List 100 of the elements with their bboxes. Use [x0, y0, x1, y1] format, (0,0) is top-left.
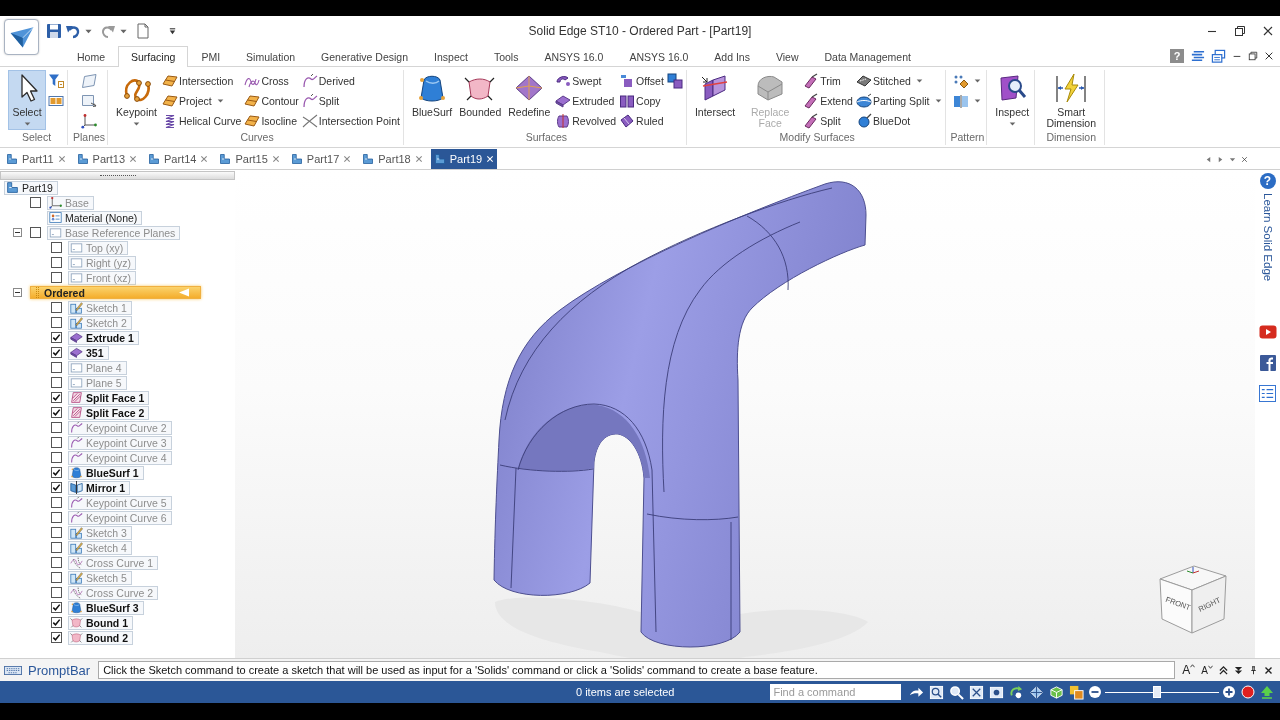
- ribbon-command[interactable]: Isocline: [243, 111, 300, 131]
- ribbon-tab[interactable]: View: [762, 47, 812, 66]
- ribbon-command[interactable]: Ruled: [618, 111, 665, 131]
- application-button[interactable]: [4, 19, 39, 55]
- list-icon[interactable]: [1259, 385, 1276, 403]
- tree-item[interactable]: Extrude 1: [68, 330, 139, 345]
- ribbon-tab[interactable]: ANSYS 16.0: [531, 47, 617, 66]
- ribbon-command[interactable]: Project: [161, 91, 243, 111]
- undo-icon[interactable]: [65, 23, 81, 39]
- upload-arrow-icon[interactable]: [1260, 685, 1275, 699]
- document-tab[interactable]: Part17: [287, 149, 355, 169]
- ribbon-command[interactable]: Cross: [243, 71, 300, 91]
- checkbox[interactable]: [51, 542, 62, 553]
- checkbox[interactable]: [51, 392, 62, 403]
- checkbox[interactable]: [51, 527, 62, 538]
- ribbon-button[interactable]: Inspect: [992, 70, 1033, 130]
- ribbon-command[interactable]: Split: [300, 91, 401, 111]
- ribbon-button[interactable]: BlueSurf: [408, 70, 456, 130]
- ribbon-command[interactable]: Extruded: [554, 91, 618, 111]
- pan-icon[interactable]: [1029, 684, 1045, 700]
- ribbon-command[interactable]: Split: [802, 111, 854, 131]
- ribbon-command[interactable]: Trim: [802, 71, 854, 91]
- pin-icon[interactable]: [1249, 665, 1258, 675]
- tree-item[interactable]: Material (None): [47, 210, 143, 225]
- checkbox[interactable]: [51, 302, 62, 313]
- expand-icon[interactable]: [1234, 665, 1243, 675]
- checkbox[interactable]: [51, 557, 62, 568]
- restore-icon[interactable]: [1234, 25, 1246, 37]
- checkbox[interactable]: [51, 317, 62, 328]
- ribbon-button[interactable]: Select: [8, 70, 46, 130]
- checkbox[interactable]: [51, 467, 62, 478]
- video-play-icon[interactable]: [1258, 325, 1277, 340]
- zoom-in-icon[interactable]: [1222, 685, 1237, 699]
- stacked-lines-icon[interactable]: [1190, 48, 1205, 64]
- magnifier-icon[interactable]: [949, 684, 965, 700]
- checkbox[interactable]: [51, 602, 62, 613]
- ribbon-tab[interactable]: Simulation: [233, 47, 309, 66]
- caret-icon[interactable]: [85, 28, 92, 34]
- checkbox[interactable]: [51, 617, 62, 628]
- ribbon-command[interactable]: Derived: [300, 71, 401, 91]
- new-document-icon[interactable]: [135, 23, 151, 39]
- icon-button[interactable]: [80, 111, 99, 131]
- checkbox[interactable]: [30, 197, 41, 208]
- font-size-button[interactable]: A: [1182, 663, 1196, 677]
- checkbox[interactable]: [30, 227, 41, 238]
- cube-icon[interactable]: [1049, 684, 1065, 700]
- checkbox[interactable]: [51, 257, 62, 268]
- cascade-windows-icon[interactable]: [1211, 48, 1226, 64]
- tree-item[interactable]: Bound 2: [68, 630, 133, 645]
- ribbon-command[interactable]: Extend: [802, 91, 854, 111]
- restore-icon[interactable]: [1248, 51, 1258, 61]
- document-tab[interactable]: Part13: [73, 149, 140, 169]
- ribbon-tab[interactable]: Surfacing: [118, 46, 189, 67]
- tree-item[interactable]: BlueSurf 1: [68, 465, 144, 480]
- tree-item[interactable]: Part19: [4, 180, 58, 195]
- checkbox[interactable]: [51, 347, 62, 358]
- ribbon-command[interactable]: Contour: [243, 91, 300, 111]
- ribbon-button[interactable]: Bounded: [456, 70, 505, 130]
- checkbox[interactable]: [51, 272, 62, 283]
- scroll-right-icon[interactable]: [1217, 155, 1224, 163]
- checkbox[interactable]: [51, 332, 62, 343]
- icon-button[interactable]: [665, 71, 684, 91]
- document-tab[interactable]: Part19: [430, 149, 498, 169]
- customize-icon[interactable]: [168, 26, 177, 36]
- close-icon[interactable]: [1264, 665, 1273, 675]
- record-icon[interactable]: [1241, 685, 1256, 699]
- checkbox[interactable]: [51, 242, 62, 253]
- checkbox[interactable]: [51, 437, 62, 448]
- zoom-out-icon[interactable]: [1088, 685, 1103, 699]
- ribbon-tab[interactable]: Home: [64, 47, 118, 66]
- f-logo-icon[interactable]: [1259, 355, 1276, 372]
- ribbon-tab[interactable]: Add Ins: [701, 47, 763, 66]
- ribbon-button[interactable]: Intersect: [691, 70, 739, 130]
- redo-icon[interactable]: [100, 23, 116, 39]
- save-icon[interactable]: [46, 23, 62, 39]
- checkbox[interactable]: [51, 572, 62, 583]
- document-tab[interactable]: Part18: [359, 149, 426, 169]
- scroll-left-icon[interactable]: [1205, 155, 1212, 163]
- ribbon-command[interactable]: Helical Curve: [161, 111, 243, 131]
- checkbox[interactable]: [51, 362, 62, 373]
- view-icon[interactable]: [989, 684, 1005, 700]
- document-tab[interactable]: Part14: [145, 149, 212, 169]
- tree-item[interactable]: 351: [68, 345, 109, 360]
- tree-item[interactable]: Bound 1: [68, 615, 133, 630]
- checkbox[interactable]: [51, 587, 62, 598]
- tree-item[interactable]: Split Face 2: [68, 405, 150, 420]
- ribbon-button[interactable]: Smart Dimension: [1040, 70, 1103, 130]
- slider-thumb[interactable]: [1152, 686, 1161, 698]
- document-tab[interactable]: Part15: [216, 149, 283, 169]
- ribbon-command[interactable]: Parting Split: [854, 91, 943, 111]
- ribbon-tab[interactable]: PMI: [188, 47, 234, 66]
- zoom-area-icon[interactable]: [929, 684, 945, 700]
- checkbox[interactable]: [51, 497, 62, 508]
- help-button[interactable]: ?: [1259, 173, 1276, 189]
- ribbon-command[interactable]: Revolved: [554, 111, 618, 131]
- ribbon-command[interactable]: Copy: [618, 91, 665, 111]
- close-icon[interactable]: [1264, 51, 1274, 61]
- command-search-field[interactable]: Find a command: [770, 684, 902, 700]
- ribbon-command[interactable]: Intersection Point: [300, 111, 401, 131]
- checkbox[interactable]: [51, 422, 62, 433]
